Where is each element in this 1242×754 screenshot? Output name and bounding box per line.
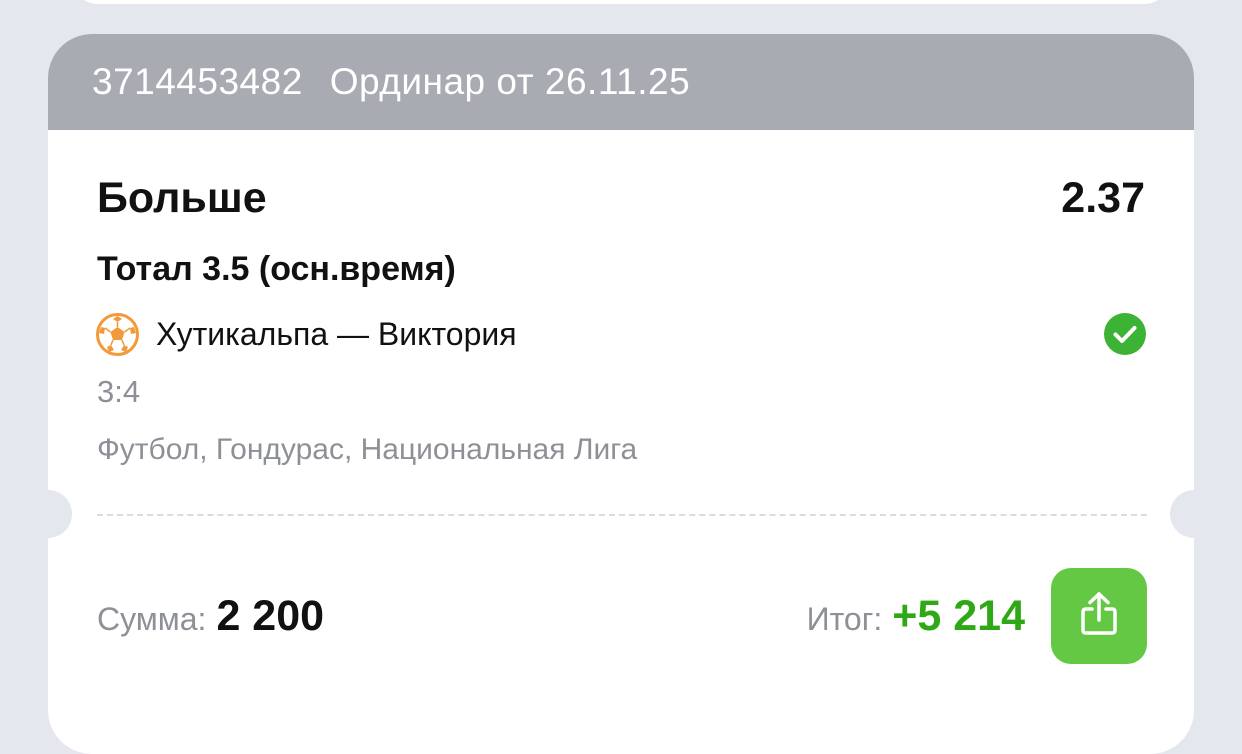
ticket-footer: Сумма: 2 200 Итог: +5 214 <box>97 568 1147 664</box>
result-label: Итог: <box>806 600 883 637</box>
share-button[interactable] <box>1051 568 1147 664</box>
event-row: Хутикальпа — Виктория <box>96 312 1147 356</box>
ticket-notch-right <box>1170 490 1194 538</box>
bet-id: 3714453482 <box>92 61 303 102</box>
ticket-notch-left <box>48 490 72 538</box>
bet-type-date: Ординар от 26.11.25 <box>329 61 691 102</box>
check-circle-icon <box>1103 312 1147 356</box>
dashed-divider <box>97 514 1147 516</box>
result-value: +5 214 <box>892 591 1025 640</box>
ticket-header: 3714453482 Ординар от 26.11.25 <box>48 34 1194 130</box>
event-name: Хутикальпа — Виктория <box>156 315 517 352</box>
result-block: Итог: +5 214 <box>807 592 1025 641</box>
match-score: 3:4 <box>97 374 141 409</box>
league-info: Футбол, Гондурас, Национальная Лига <box>97 433 638 466</box>
stake-block: Сумма: 2 200 <box>97 592 324 641</box>
outcome-row: Больше 2.37 <box>97 174 1145 223</box>
soccer-ball-icon <box>96 312 139 356</box>
share-icon <box>1079 591 1119 642</box>
market-label: Тотал 3.5 (осн.время) <box>97 250 456 288</box>
outcome-label: Больше <box>97 174 267 222</box>
odds-value: 2.37 <box>1061 174 1145 222</box>
result-group: Итог: +5 214 <box>807 568 1147 664</box>
previous-ticket-card <box>72 0 1170 4</box>
stake-label: Сумма: <box>97 600 207 637</box>
stake-value: 2 200 <box>216 591 325 640</box>
bet-ticket-card[interactable]: 3714453482 Ординар от 26.11.25 Больше 2.… <box>48 34 1194 754</box>
